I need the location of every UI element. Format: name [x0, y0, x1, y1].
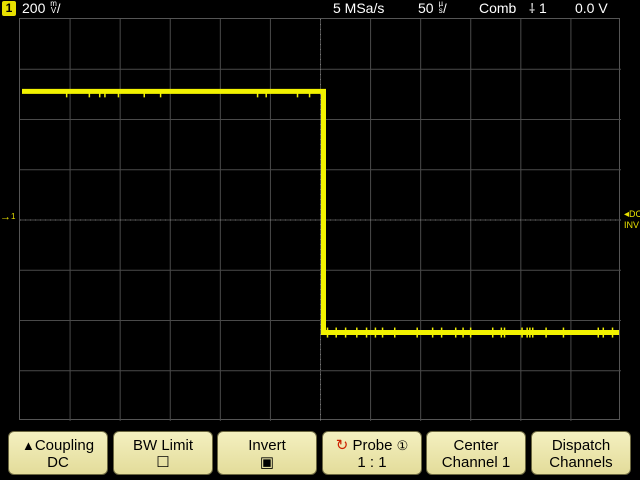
- center-label: Center: [453, 437, 499, 454]
- timebase[interactable]: 50 µ s /: [418, 0, 447, 17]
- invert-label: Invert: [248, 437, 286, 454]
- up-triangle-icon: ▲: [21, 438, 35, 453]
- dispatch-channels-softkey[interactable]: Dispatch Channels: [531, 431, 631, 475]
- probe-channel-icon: ①: [396, 438, 409, 453]
- center-channel-value: Channel 1: [441, 454, 511, 471]
- probe-label: ↻ Probe ①: [335, 437, 409, 454]
- coupling-label: ▲Coupling: [21, 437, 95, 454]
- coupling-softkey[interactable]: ▲Coupling DC: [8, 431, 108, 475]
- trigger-level[interactable]: 0.0 V: [575, 0, 608, 17]
- dispatch-channels-value: Channels: [549, 454, 613, 471]
- bw-limit-label: BW Limit: [133, 437, 193, 454]
- vertical-scale[interactable]: 200 m V /: [22, 0, 61, 17]
- graticule: [19, 18, 621, 421]
- softkey-menu: ▲Coupling DC BW Limit ☐ Invert ▣ ↻ Probe…: [0, 428, 640, 480]
- invert-softkey[interactable]: Invert ▣: [217, 431, 317, 475]
- bw-limit-checkbox: ☐: [156, 454, 170, 471]
- right-channel-marker: ◂DC INV: [624, 209, 640, 230]
- vertical-scale-unit: m V: [50, 0, 57, 15]
- trigger-source[interactable]: ⸸ 1: [529, 0, 547, 17]
- waveform-display: [20, 19, 621, 421]
- rotate-knob-icon: ↻: [335, 437, 349, 454]
- status-bar: 1 200 m V / 5 MSa/s 50 µ s / Comb ⸸ 1 0.…: [0, 0, 640, 17]
- right-coupling-label: DC: [629, 209, 640, 219]
- dispatch-label: Dispatch: [551, 437, 611, 454]
- invert-checkbox: ▣: [259, 454, 275, 471]
- right-invert-label: INV: [624, 220, 640, 230]
- sample-rate: 5 MSa/s: [333, 0, 385, 16]
- trigger-edge-icon: ⸸: [529, 1, 536, 16]
- bw-limit-softkey[interactable]: BW Limit ☐: [113, 431, 213, 475]
- ch1-ground-marker[interactable]: →1: [0, 211, 15, 223]
- oscilloscope-screen: 1 200 m V / 5 MSa/s 50 µ s / Comb ⸸ 1 0.…: [0, 0, 640, 480]
- channel-badge[interactable]: 1: [2, 1, 16, 16]
- probe-ratio: 1 : 1: [357, 454, 387, 471]
- vertical-scale-value: 200: [22, 0, 46, 16]
- coupling-value: DC: [47, 454, 69, 471]
- trigger-source-value: 1: [539, 0, 547, 16]
- center-channel-softkey[interactable]: Center Channel 1: [426, 431, 526, 475]
- trigger-mode[interactable]: Comb: [479, 0, 516, 17]
- timebase-value: 50: [418, 0, 434, 16]
- probe-softkey[interactable]: ↻ Probe ① 1 : 1: [322, 431, 422, 475]
